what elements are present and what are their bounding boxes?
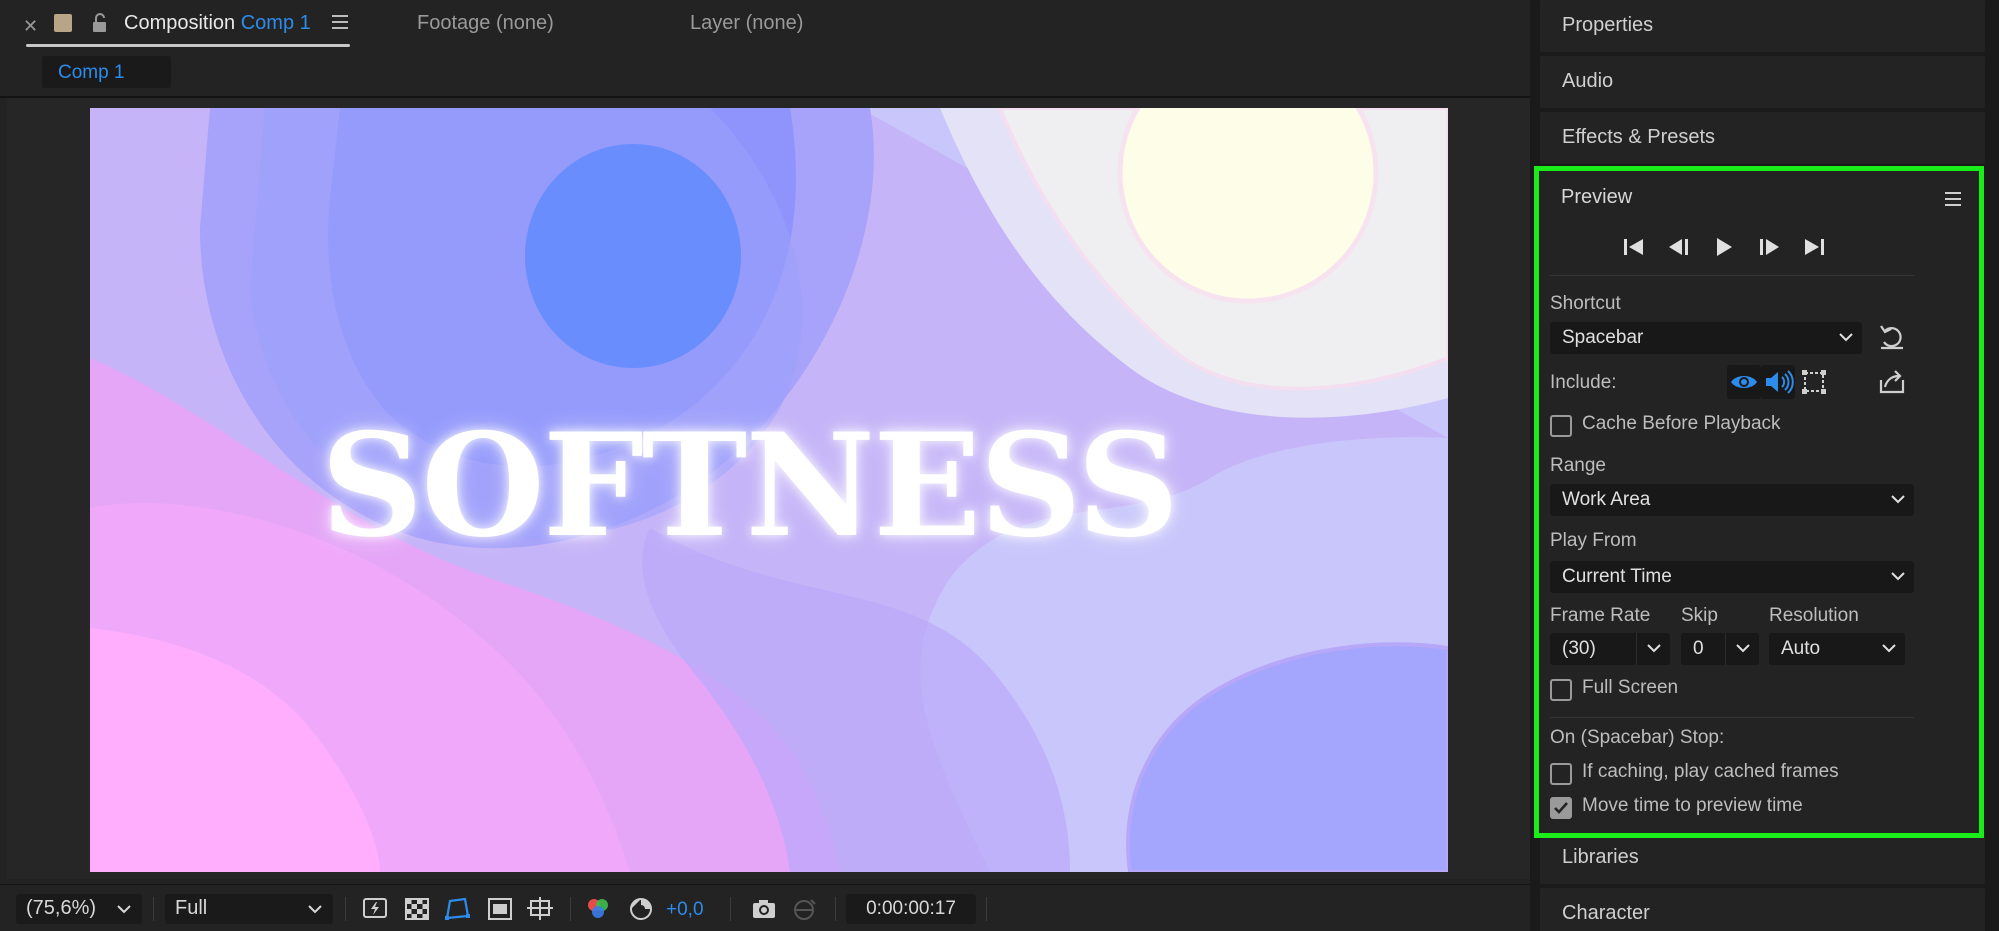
active-tab-indicator (26, 44, 350, 47)
full-screen-label: Full Screen (1582, 677, 1679, 698)
playback-controls (1621, 233, 1871, 263)
shortcut-label: Shortcut (1550, 293, 1621, 314)
skip-dropdown[interactable]: 0 (1681, 633, 1759, 665)
checkbox-box[interactable] (1550, 679, 1572, 701)
composition-canvas[interactable]: SOFTNESS (90, 108, 1448, 872)
chevron-down-icon (1735, 640, 1751, 662)
previous-frame-icon[interactable] (1666, 235, 1692, 264)
panel-libraries[interactable]: Libraries (1540, 832, 1985, 884)
shortcut-value: Spacebar (1562, 327, 1644, 348)
color-channels-icon[interactable] (584, 896, 612, 922)
transparency-grid-icon[interactable] (403, 896, 431, 922)
include-label: Include: (1550, 372, 1617, 393)
grid-guides-icon[interactable] (526, 896, 554, 922)
frame-rate-dropdown[interactable]: (30) (1550, 633, 1670, 665)
shortcut-dropdown[interactable]: Spacebar (1550, 322, 1862, 354)
play-icon[interactable] (1711, 235, 1737, 264)
fast-previews-icon[interactable] (362, 896, 390, 922)
toolbar-separator (986, 897, 987, 921)
chevron-down-icon (1838, 329, 1854, 351)
composition-viewer[interactable]: SOFTNESS (7, 98, 1530, 879)
panel-tab-bar: ✕ Composition Comp 1 Footage (none) Laye… (0, 0, 1530, 50)
chevron-down-icon (116, 899, 132, 922)
chevron-down-icon (1881, 640, 1897, 662)
tab-footage[interactable]: Footage (none) (417, 12, 554, 35)
mask-visibility-icon[interactable] (443, 896, 471, 922)
camera-snapshot-icon[interactable] (750, 896, 778, 922)
tab-composition-name: Comp 1 (240, 12, 311, 34)
play-from-value: Current Time (1562, 566, 1672, 587)
softness-text-layer[interactable]: SOFTNESS (90, 403, 1448, 569)
resolution-dropdown[interactable]: Full (165, 894, 333, 924)
toolbar-separator (835, 897, 836, 921)
tab-composition[interactable]: Composition Comp 1 (124, 12, 311, 35)
chevron-down-icon (1890, 568, 1906, 590)
range-dropdown[interactable]: Work Area (1550, 484, 1914, 516)
on-stop-label: On (Spacebar) Stop: (1550, 727, 1725, 748)
exposure-value[interactable]: +0,0 (666, 899, 704, 921)
next-frame-icon[interactable] (1756, 235, 1782, 264)
panel-properties[interactable]: Properties (1540, 0, 1985, 52)
if-caching-label: If caching, play cached frames (1582, 761, 1839, 782)
play-from-label: Play From (1550, 530, 1637, 551)
range-value: Work Area (1562, 489, 1651, 510)
tab-composition-prefix: Composition (124, 12, 236, 34)
divider (1550, 275, 1914, 276)
export-share-icon[interactable] (1875, 365, 1909, 399)
checkmark-icon (1554, 802, 1568, 814)
preview-panel-title[interactable]: Preview (1561, 186, 1632, 209)
preview-panel: Preview Shortcut Spacebar Include: Cache… (1534, 166, 1984, 838)
divider (1550, 717, 1914, 718)
range-label: Range (1550, 455, 1606, 476)
resolution-dropdown[interactable]: Auto (1769, 633, 1905, 665)
region-of-interest-icon[interactable] (486, 896, 514, 922)
play-from-dropdown[interactable]: Current Time (1550, 561, 1914, 593)
checkbox-box[interactable] (1550, 763, 1572, 785)
chevron-down-icon (307, 899, 323, 922)
toolbar-separator (730, 897, 731, 921)
resolution-value: Auto (1781, 638, 1821, 659)
magnification-dropdown[interactable]: (75,6%) (16, 894, 142, 924)
include-overlay-icon[interactable] (1797, 365, 1831, 399)
dropdown-split (1725, 633, 1726, 665)
chevron-down-icon (1890, 491, 1906, 513)
current-time-display[interactable]: 0:00:00:17 (846, 894, 976, 924)
checkbox-box[interactable] (1550, 415, 1572, 437)
resolution-label: Resolution (1769, 605, 1859, 626)
comp-color-swatch[interactable] (54, 14, 72, 32)
lock-icon[interactable] (90, 12, 110, 34)
hamburger-menu-icon[interactable] (1945, 191, 1963, 207)
checkbox-box[interactable] (1550, 797, 1572, 819)
close-tab-icon[interactable]: ✕ (23, 16, 38, 37)
skip-value: 0 (1693, 638, 1704, 659)
first-frame-icon[interactable] (1621, 235, 1647, 264)
toolbar-separator (570, 897, 571, 921)
include-video-eye-icon[interactable] (1727, 365, 1761, 399)
tab-layer[interactable]: Layer (none) (690, 12, 803, 35)
panel-character[interactable]: Character (1540, 888, 1985, 931)
comp-flowchart-tab[interactable]: Comp 1 (42, 56, 171, 88)
chevron-down-icon (1646, 640, 1662, 662)
show-snapshot-icon[interactable] (790, 896, 818, 922)
move-time-label: Move time to preview time (1582, 795, 1803, 816)
last-frame-icon[interactable] (1801, 235, 1827, 264)
composition-navigator: Comp 1 (0, 50, 1530, 98)
panel-effects-presets[interactable]: Effects & Presets (1540, 112, 1985, 164)
viewer-toolbar: (75,6%) Full +0,0 0:00:00:17 (0, 884, 1530, 931)
dropdown-split (1636, 633, 1637, 665)
frame-rate-value: (30) (1562, 638, 1596, 659)
hamburger-menu-icon[interactable] (332, 14, 350, 30)
magnification-value: (75,6%) (26, 897, 97, 919)
reset-exposure-icon[interactable] (627, 896, 655, 922)
frame-rate-label: Frame Rate (1550, 605, 1651, 626)
cache-before-playback-label: Cache Before Playback (1582, 413, 1781, 434)
toolbar-separator (345, 897, 346, 921)
include-audio-speaker-icon[interactable] (1761, 365, 1795, 399)
resolution-value: Full (175, 897, 208, 919)
composition-panel: ✕ Composition Comp 1 Footage (none) Laye… (0, 0, 1530, 931)
skip-label: Skip (1681, 605, 1718, 626)
panel-audio[interactable]: Audio (1540, 56, 1985, 108)
reset-icon[interactable] (1875, 321, 1909, 355)
toolbar-separator (153, 897, 154, 921)
